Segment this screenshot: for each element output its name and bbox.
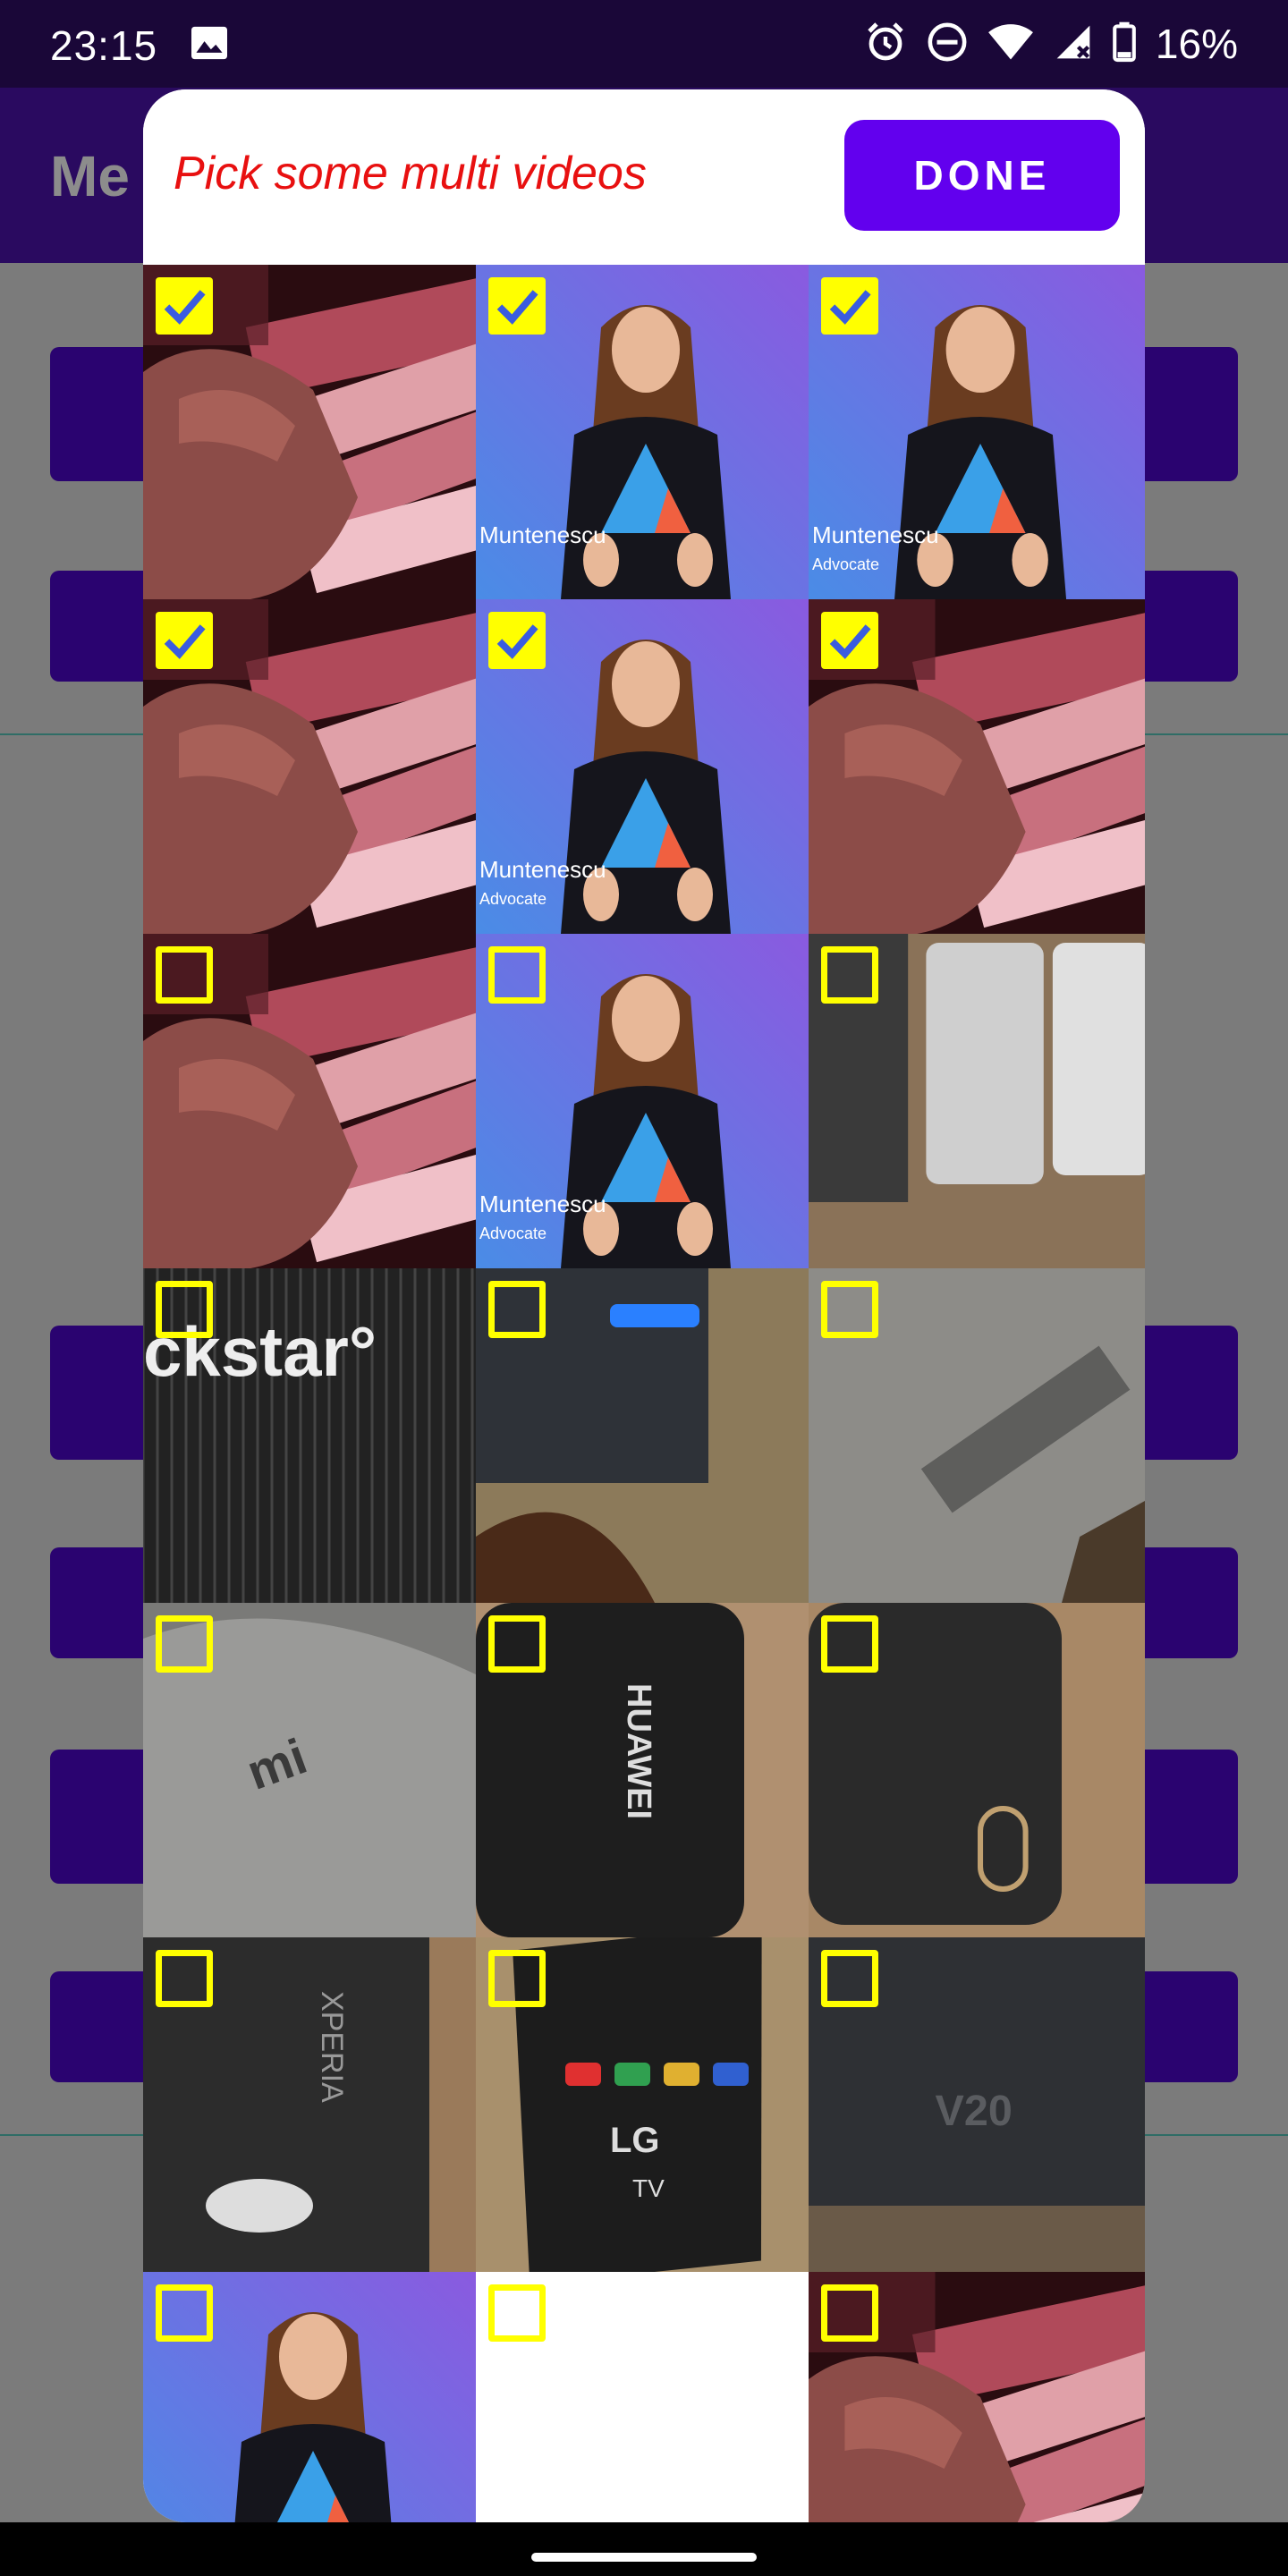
checkbox-unchecked[interactable] bbox=[488, 946, 546, 1004]
checkbox-checked[interactable] bbox=[488, 612, 546, 669]
checkbox-checked[interactable] bbox=[821, 612, 878, 669]
video-thumbnail[interactable]: Muntenescu bbox=[476, 265, 809, 599]
status-time: 23:15 bbox=[50, 22, 158, 69]
svg-text:XPERIA: XPERIA bbox=[315, 1991, 349, 2103]
checkbox-unchecked[interactable] bbox=[821, 946, 878, 1004]
checkbox-unchecked[interactable] bbox=[821, 2284, 878, 2342]
video-thumbnail[interactable]: V20 bbox=[809, 1937, 1145, 2272]
video-caption-name: Muntenescu bbox=[479, 856, 606, 883]
video-thumbnail[interactable]: Muntenescu Advocate bbox=[809, 265, 1145, 599]
checkbox-unchecked[interactable] bbox=[488, 2284, 546, 2342]
checkbox-checked[interactable] bbox=[156, 612, 213, 669]
battery-icon bbox=[1113, 21, 1136, 67]
wifi-icon bbox=[987, 22, 1034, 66]
checkbox-checked[interactable] bbox=[156, 277, 213, 335]
video-caption-role: Advocate bbox=[479, 890, 547, 908]
video-thumbnail[interactable] bbox=[809, 1268, 1145, 1603]
status-bar: 23:15 16% bbox=[0, 0, 1288, 88]
checkbox-unchecked[interactable] bbox=[821, 1281, 878, 1338]
video-thumbnail[interactable] bbox=[143, 2272, 476, 2522]
background-app-title: Me bbox=[50, 144, 130, 208]
checkbox-unchecked[interactable] bbox=[821, 1615, 878, 1673]
video-thumbnail[interactable]: Muntenescu Advocate bbox=[476, 934, 809, 1268]
svg-text:TV: TV bbox=[632, 2174, 665, 2202]
battery-percentage: 16% bbox=[1155, 21, 1238, 67]
checkbox-unchecked[interactable] bbox=[156, 1281, 213, 1338]
video-grid: Muntenescu Muntenescu Advocate Muntenesc… bbox=[143, 265, 1145, 2522]
svg-text:LG: LG bbox=[610, 2121, 660, 2160]
checkbox-unchecked[interactable] bbox=[488, 1615, 546, 1673]
checkbox-unchecked[interactable] bbox=[488, 1950, 546, 2007]
video-thumbnail[interactable] bbox=[809, 599, 1145, 934]
done-button[interactable]: DONE bbox=[844, 120, 1120, 231]
video-caption-name: Muntenescu bbox=[479, 1191, 606, 1217]
video-thumbnail[interactable] bbox=[809, 1603, 1145, 1937]
svg-text:HUAWEI: HUAWEI bbox=[620, 1683, 657, 1819]
video-caption-name: Muntenescu bbox=[479, 521, 606, 548]
video-thumbnail[interactable] bbox=[143, 265, 476, 599]
video-thumbnail[interactable]: mi bbox=[143, 1603, 476, 1937]
alarm-icon bbox=[864, 21, 907, 68]
checkbox-unchecked[interactable] bbox=[156, 1950, 213, 2007]
video-thumbnail[interactable] bbox=[809, 2272, 1145, 2522]
video-caption-role: Advocate bbox=[812, 555, 880, 573]
signal-icon bbox=[1054, 22, 1093, 66]
checkbox-unchecked[interactable] bbox=[156, 946, 213, 1004]
video-thumbnail[interactable]: Muntenescu Advocate bbox=[476, 599, 809, 934]
video-thumbnail[interactable] bbox=[476, 1268, 809, 1603]
svg-text:V20: V20 bbox=[936, 2087, 1013, 2135]
dialog-title: Pick some multi videos bbox=[174, 148, 647, 199]
video-thumbnail[interactable] bbox=[809, 934, 1145, 1268]
video-thumbnail[interactable]: XPERIA bbox=[143, 1937, 476, 2272]
video-thumbnail[interactable]: HUAWEI bbox=[476, 1603, 809, 1937]
video-picker-dialog: Pick some multi videos DONE Muntenescu M… bbox=[143, 89, 1145, 2522]
dialog-header: Pick some multi videos DONE bbox=[143, 89, 1145, 265]
video-thumbnail[interactable]: ckstar° bbox=[143, 1268, 476, 1603]
video-caption-name: Muntenescu bbox=[812, 521, 939, 548]
checkbox-unchecked[interactable] bbox=[488, 1281, 546, 1338]
checkbox-unchecked[interactable] bbox=[156, 2284, 213, 2342]
video-thumbnail[interactable] bbox=[143, 599, 476, 934]
video-thumbnail[interactable] bbox=[143, 934, 476, 1268]
checkbox-unchecked[interactable] bbox=[821, 1950, 878, 2007]
video-thumbnail[interactable] bbox=[476, 2272, 809, 2522]
home-gesture-handle[interactable] bbox=[531, 2553, 757, 2562]
checkbox-checked[interactable] bbox=[821, 277, 878, 335]
checkbox-unchecked[interactable] bbox=[156, 1615, 213, 1673]
gallery-icon bbox=[190, 25, 229, 61]
navigation-bar bbox=[0, 2522, 1288, 2576]
video-thumbnail[interactable]: LG TV bbox=[476, 1937, 809, 2272]
dnd-icon bbox=[927, 21, 968, 67]
checkbox-checked[interactable] bbox=[488, 277, 546, 335]
video-caption-role: Advocate bbox=[479, 1224, 547, 1242]
